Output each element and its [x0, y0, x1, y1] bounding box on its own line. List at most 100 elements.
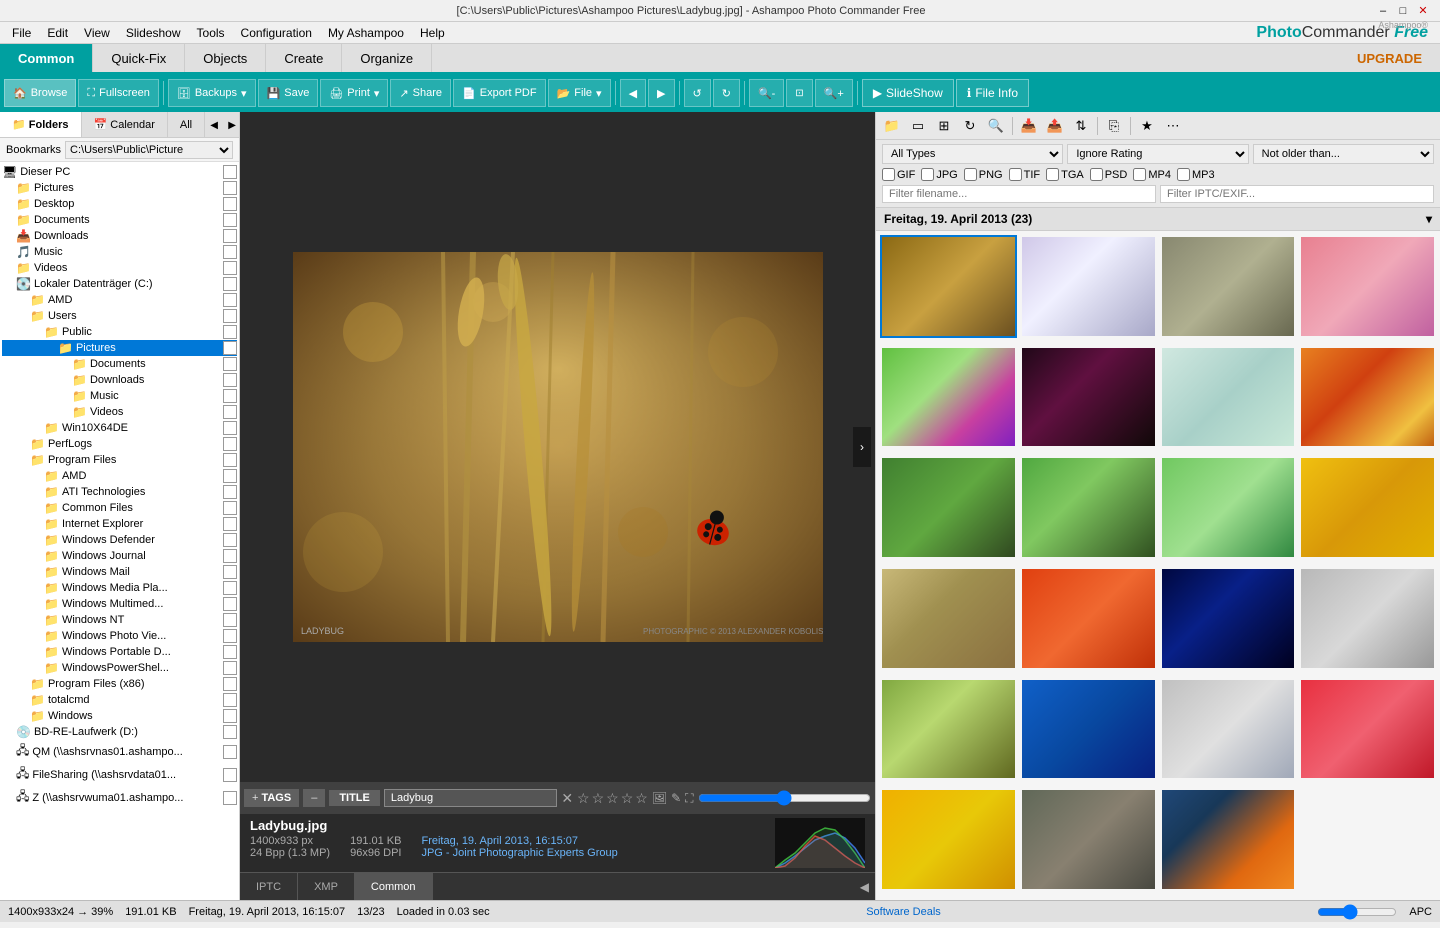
- star-btn[interactable]: ★: [1135, 115, 1159, 137]
- path-selector[interactable]: C:\Users\Public\Picture: [65, 141, 233, 159]
- tif-checkbox[interactable]: [1009, 168, 1022, 181]
- tree-item-checkbox[interactable]: [223, 485, 237, 499]
- zoom-in-button[interactable]: 🔍+: [815, 79, 853, 107]
- tree-item-bd-re-laufwerk-(d:)[interactable]: 💿 BD-RE-Laufwerk (D:): [2, 724, 237, 740]
- tree-item-windows-multimed...[interactable]: 📁 Windows Multimed...: [2, 596, 237, 612]
- thumbnail-item[interactable]: [1160, 235, 1297, 338]
- panel-nav-next[interactable]: ▶: [223, 112, 241, 138]
- tab-quickfix[interactable]: Quick-Fix: [93, 44, 185, 72]
- filter-gif[interactable]: GIF: [882, 168, 915, 181]
- tree-item-windows-nt[interactable]: 📁 Windows NT: [2, 612, 237, 628]
- tree-item-checkbox[interactable]: [223, 181, 237, 195]
- rotate-left-button[interactable]: ↺: [684, 79, 711, 107]
- tree-item-videos[interactable]: 📁 Videos: [2, 260, 237, 276]
- rotate-right-button[interactable]: ↻: [713, 79, 740, 107]
- tree-item-dieser-pc[interactable]: 🖥 Dieser PC: [2, 164, 237, 180]
- zoom-fit-button[interactable]: ⊡: [786, 79, 812, 107]
- tree-item-downloads[interactable]: 📁 Downloads: [2, 372, 237, 388]
- star-rating[interactable]: ☆ ☆ ☆ ☆ ☆: [577, 790, 648, 807]
- tree-item-checkbox[interactable]: [223, 517, 237, 531]
- maximize-button[interactable]: □: [1394, 2, 1412, 20]
- png-checkbox[interactable]: [964, 168, 977, 181]
- more-btn[interactable]: ⋯: [1161, 115, 1185, 137]
- next-image-button[interactable]: ›: [853, 427, 871, 467]
- tree-item-ati-technologies[interactable]: 📁 ATI Technologies: [2, 484, 237, 500]
- tree-item-checkbox[interactable]: [223, 229, 237, 243]
- star-4[interactable]: ☆: [621, 790, 634, 807]
- tree-item-checkbox[interactable]: [223, 245, 237, 259]
- nav-back-button[interactable]: ◀: [620, 79, 646, 107]
- thumbnail-item[interactable]: [1020, 346, 1157, 449]
- tree-item-program-files-(x86)[interactable]: 📁 Program Files (x86): [2, 676, 237, 692]
- meta-tab-iptc[interactable]: IPTC: [240, 873, 298, 900]
- export-btn[interactable]: 📤: [1043, 115, 1067, 137]
- menu-view[interactable]: View: [76, 24, 118, 42]
- star-3[interactable]: ☆: [606, 790, 619, 807]
- panel-tab-calendar[interactable]: 📅 Calendar: [82, 112, 168, 137]
- tree-item-windows-media-pla...[interactable]: 📁 Windows Media Pla...: [2, 580, 237, 596]
- tree-item-downloads[interactable]: 📥 Downloads: [2, 228, 237, 244]
- star-5[interactable]: ☆: [635, 790, 648, 807]
- tab-create[interactable]: Create: [266, 44, 342, 72]
- tab-objects[interactable]: Objects: [185, 44, 266, 72]
- tree-item-win10x64de[interactable]: 📁 Win10X64DE: [2, 420, 237, 436]
- add-tags-button[interactable]: + TAGS: [244, 789, 299, 807]
- thumbnail-item[interactable]: [880, 678, 1017, 781]
- menu-edit[interactable]: Edit: [39, 24, 76, 42]
- tree-item-perflogs[interactable]: 📁 PerfLogs: [2, 436, 237, 452]
- tree-item-checkbox[interactable]: [223, 357, 237, 371]
- tree-item-checkbox[interactable]: [223, 341, 237, 355]
- tree-item-checkbox[interactable]: [223, 725, 237, 739]
- zoom-out-button[interactable]: 🔍-: [749, 79, 784, 107]
- tree-item-public[interactable]: 📁 Public: [2, 324, 237, 340]
- tree-item-amd[interactable]: 📁 AMD: [2, 292, 237, 308]
- tree-item-windowspowershel...[interactable]: 📁 WindowsPowerShel...: [2, 660, 237, 676]
- menu-tools[interactable]: Tools: [189, 24, 233, 42]
- print-button[interactable]: 🖨 Print ▾: [320, 79, 388, 107]
- thumbnail-item[interactable]: [1160, 678, 1297, 781]
- filter-mp4[interactable]: MP4: [1133, 168, 1171, 181]
- tree-item-checkbox[interactable]: [223, 277, 237, 291]
- tree-item-checkbox[interactable]: [223, 791, 237, 805]
- thumbnail-item[interactable]: [1299, 346, 1436, 449]
- tree-item-checkbox[interactable]: [223, 261, 237, 275]
- tree-item-music[interactable]: 📁 Music: [2, 388, 237, 404]
- tree-item-checkbox[interactable]: [223, 533, 237, 547]
- sort-btn[interactable]: ⇅: [1069, 115, 1093, 137]
- tree-item-checkbox[interactable]: [223, 549, 237, 563]
- filter-tif[interactable]: TIF: [1009, 168, 1041, 181]
- tree-item-checkbox[interactable]: [223, 745, 237, 759]
- menu-myashampoo[interactable]: My Ashampoo: [320, 24, 412, 42]
- tree-item-amd[interactable]: 📁 AMD: [2, 468, 237, 484]
- tree-item-checkbox[interactable]: [223, 437, 237, 451]
- rating-filter[interactable]: Ignore Rating: [1067, 144, 1248, 164]
- tree-item-checkbox[interactable]: [223, 677, 237, 691]
- tree-item-pictures[interactable]: 📁 Pictures: [2, 340, 237, 356]
- tree-item-checkbox[interactable]: [223, 613, 237, 627]
- title-input[interactable]: [384, 789, 557, 807]
- thumbnail-item[interactable]: [1160, 346, 1297, 449]
- tree-item-checkbox[interactable]: [223, 709, 237, 723]
- tree-item-windows-photo-vie...[interactable]: 📁 Windows Photo Vie...: [2, 628, 237, 644]
- clear-title-icon[interactable]: ✕: [561, 790, 573, 807]
- mp3-checkbox[interactable]: [1177, 168, 1190, 181]
- tree-item-checkbox[interactable]: [223, 389, 237, 403]
- menu-file[interactable]: File: [4, 24, 39, 42]
- fullscreen-button[interactable]: ⛶ Fullscreen: [78, 79, 158, 107]
- thumbnail-item[interactable]: [880, 235, 1017, 338]
- thumbnail-item[interactable]: [1160, 788, 1297, 891]
- tree-item-totalcmd[interactable]: 📁 totalcmd: [2, 692, 237, 708]
- tree-item-pictures[interactable]: 📁 Pictures: [2, 180, 237, 196]
- tree-item-checkbox[interactable]: [223, 661, 237, 675]
- star-2[interactable]: ☆: [592, 790, 605, 807]
- thumbnail-item[interactable]: [1020, 456, 1157, 559]
- file-button[interactable]: 📂 File ▾: [548, 79, 611, 107]
- gif-checkbox[interactable]: [882, 168, 895, 181]
- zoom-slider-tag[interactable]: [698, 787, 871, 809]
- panel-tab-folders[interactable]: 📁 Folders: [0, 112, 82, 137]
- tree-item-users[interactable]: 📁 Users: [2, 308, 237, 324]
- view-grid-btn[interactable]: ⊞: [932, 115, 956, 137]
- tree-item-checkbox[interactable]: [223, 373, 237, 387]
- menu-slideshow[interactable]: Slideshow: [118, 24, 189, 42]
- zoom-control[interactable]: [1317, 904, 1397, 920]
